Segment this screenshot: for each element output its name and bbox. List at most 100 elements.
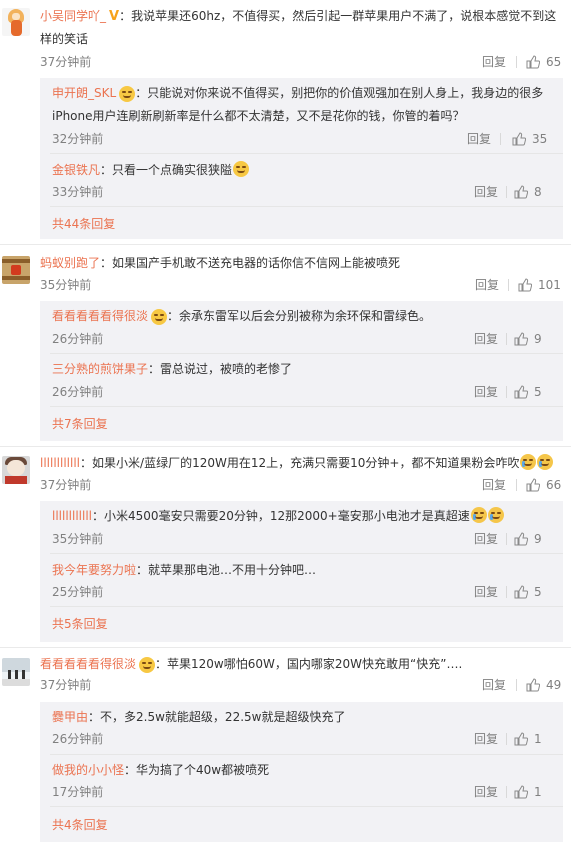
comment-text: 小吴同学吖_ V：我说苹果还60hz，不值得买，然后引起一群苹果用户不满了，说根本… bbox=[40, 6, 556, 27]
like-button[interactable]: 101 bbox=[518, 277, 561, 293]
reply-button[interactable]: 回复 bbox=[482, 677, 506, 693]
like-button[interactable]: 49 bbox=[526, 677, 561, 693]
badge-icon bbox=[138, 656, 156, 676]
like-button[interactable]: 35 bbox=[512, 131, 547, 147]
username[interactable]: 做我的小小怪 bbox=[52, 763, 124, 777]
thumbs-up-icon bbox=[514, 185, 528, 199]
reply-button[interactable]: 回复 bbox=[474, 331, 498, 347]
divider bbox=[516, 56, 517, 68]
divider bbox=[50, 553, 563, 554]
reply-button[interactable]: 回复 bbox=[475, 277, 499, 293]
username[interactable]: 三分熟的煎饼果子 bbox=[52, 362, 148, 376]
emoji-icon bbox=[470, 507, 487, 523]
divider bbox=[0, 446, 571, 447]
reply-button[interactable]: 回复 bbox=[474, 184, 498, 200]
divider bbox=[506, 333, 507, 345]
more-replies-link[interactable]: 共5条回复 bbox=[52, 616, 108, 632]
username[interactable]: 金银铁凡 bbox=[52, 163, 100, 177]
divider bbox=[516, 479, 517, 491]
emoji-icon bbox=[520, 454, 537, 470]
reply-text: 金银铁凡：只看一个点确实很狭隘 bbox=[52, 160, 250, 180]
emoji-icon bbox=[233, 161, 250, 177]
more-replies-link[interactable]: 共7条回复 bbox=[52, 416, 108, 432]
comment-text: 看看看看看得很淡 ：苹果120w哪怕60W，国内哪家20W快充敢用“快充”…. bbox=[40, 654, 462, 676]
like-button[interactable]: 1 bbox=[514, 784, 542, 800]
thumbs-up-icon bbox=[514, 585, 528, 599]
avatar[interactable] bbox=[2, 8, 30, 36]
comment-text: llllllllllll：如果小米/蓝绿厂的120W用在12上，充满只需要10分… bbox=[40, 453, 554, 473]
reply-text: 我今年要努力啦：就苹果那电池…不用十分钟吧… bbox=[52, 563, 317, 577]
divider bbox=[0, 647, 571, 648]
thumbs-up-icon bbox=[518, 278, 532, 292]
timestamp: 26分钟前 bbox=[52, 332, 104, 346]
like-button[interactable]: 66 bbox=[526, 477, 561, 493]
divider bbox=[506, 586, 507, 598]
reply-button[interactable]: 回复 bbox=[474, 584, 498, 600]
username[interactable]: 蚂蚁别跑了 bbox=[40, 256, 100, 270]
timestamp: 35分钟前 bbox=[52, 532, 104, 546]
username[interactable]: 看看看看看得很淡 bbox=[40, 657, 136, 671]
username[interactable]: 看看看看看得很淡 bbox=[52, 309, 148, 323]
reply-button[interactable]: 回复 bbox=[482, 54, 506, 70]
like-button[interactable]: 8 bbox=[514, 184, 542, 200]
comment-text: 蚂蚁别跑了：如果国产手机敢不送充电器的话你信不信网上能被喷死 bbox=[40, 256, 401, 270]
timestamp: 35分钟前 bbox=[40, 278, 92, 292]
thumbs-up-icon bbox=[514, 332, 528, 346]
username[interactable]: 我今年要努力啦 bbox=[52, 563, 136, 577]
divider bbox=[50, 206, 563, 207]
reply-text: 爨甲由：不，多2.5w就能超级，22.5w就是超级快充了 bbox=[52, 710, 346, 724]
divider bbox=[506, 386, 507, 398]
divider bbox=[0, 244, 571, 245]
badge-icon bbox=[150, 308, 168, 328]
reply-button[interactable]: 回复 bbox=[474, 784, 498, 800]
badge-icon bbox=[118, 85, 136, 105]
like-button[interactable]: 1 bbox=[514, 731, 542, 747]
comment-text-cont: 样的笑话 bbox=[40, 32, 89, 46]
timestamp: 25分钟前 bbox=[52, 585, 104, 599]
reply-button[interactable]: 回复 bbox=[474, 731, 498, 747]
reply-button[interactable]: 回复 bbox=[474, 384, 498, 400]
timestamp: 17分钟前 bbox=[52, 785, 104, 799]
username[interactable]: 申开朗_SKL bbox=[52, 86, 116, 100]
thumbs-up-icon bbox=[514, 385, 528, 399]
username[interactable]: llllllllllll bbox=[52, 509, 92, 523]
reply-text: llllllllllll：小米4500毫安只需要20分钟，12那2000+毫安那… bbox=[52, 506, 504, 526]
like-button[interactable]: 5 bbox=[514, 584, 542, 600]
timestamp: 37分钟前 bbox=[40, 55, 92, 69]
emoji-icon bbox=[487, 507, 504, 523]
reply-button[interactable]: 回复 bbox=[467, 131, 491, 147]
vip-icon: V bbox=[109, 9, 120, 24]
thumbs-up-icon bbox=[526, 678, 540, 692]
reply-button[interactable]: 回复 bbox=[482, 477, 506, 493]
reply-button[interactable]: 回复 bbox=[474, 531, 498, 547]
timestamp: 26分钟前 bbox=[52, 732, 104, 746]
more-replies-link[interactable]: 共44条回复 bbox=[52, 216, 115, 232]
avatar[interactable] bbox=[2, 456, 30, 484]
username[interactable]: 爨甲由 bbox=[52, 710, 88, 724]
divider bbox=[516, 679, 517, 691]
avatar[interactable] bbox=[2, 658, 30, 686]
like-button[interactable]: 9 bbox=[514, 331, 542, 347]
thumbs-up-icon bbox=[526, 55, 540, 69]
timestamp: 37分钟前 bbox=[40, 478, 92, 492]
username[interactable]: llllllllllll bbox=[40, 456, 80, 470]
thumbs-up-icon bbox=[514, 532, 528, 546]
divider bbox=[50, 806, 563, 807]
username[interactable]: 小吴同学吖_ bbox=[40, 9, 106, 23]
reply-text-cont: iPhone用户连刷新刷新率是什么都不太清楚，又不是花你的钱，你管的着吗？ bbox=[52, 109, 465, 123]
like-button[interactable]: 5 bbox=[514, 384, 542, 400]
thumbs-up-icon bbox=[526, 478, 540, 492]
divider bbox=[50, 754, 563, 755]
like-button[interactable]: 65 bbox=[526, 54, 561, 70]
thumbs-up-icon bbox=[514, 785, 528, 799]
divider bbox=[50, 153, 563, 154]
avatar[interactable] bbox=[2, 256, 30, 284]
more-replies-link[interactable]: 共4条回复 bbox=[52, 817, 108, 833]
timestamp: 37分钟前 bbox=[40, 678, 92, 692]
emoji-icon bbox=[537, 454, 554, 470]
divider bbox=[506, 533, 507, 545]
divider bbox=[506, 786, 507, 798]
like-button[interactable]: 9 bbox=[514, 531, 542, 547]
reply-text: 看看看看看得很淡 ：余承东雷军以后会分别被称为余环保和雷绿色。 bbox=[52, 306, 431, 328]
divider bbox=[508, 279, 509, 291]
